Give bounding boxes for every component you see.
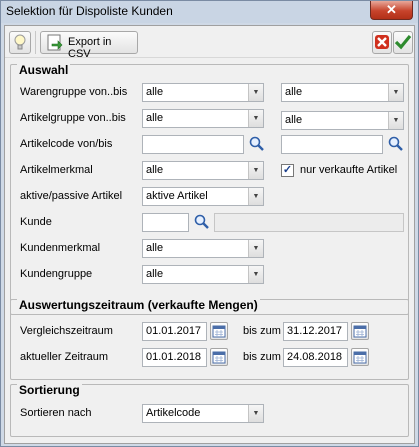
aktiv-passiv-value: aktive Artikel bbox=[146, 190, 208, 202]
kunde-input[interactable] bbox=[142, 213, 189, 232]
dialog-window: Selektion für Dispoliste Kunden ✕ Export… bbox=[0, 0, 419, 447]
ok-button[interactable] bbox=[393, 31, 413, 54]
calendar-button[interactable] bbox=[210, 322, 228, 340]
dropdown-arrow-icon[interactable]: ▼ bbox=[248, 188, 263, 205]
calendar-icon bbox=[353, 325, 367, 338]
sortierung-title: Sortierung bbox=[17, 383, 82, 397]
vergleich-to-value: 31.12.2017 bbox=[287, 325, 343, 337]
calendar-button[interactable] bbox=[351, 322, 369, 340]
artikelgruppe-to-combo[interactable]: alle ▼ bbox=[281, 111, 404, 130]
aktiv-passiv-label: aktive/passive Artikel bbox=[20, 190, 123, 202]
export-csv-label: Export in CSV bbox=[68, 36, 112, 60]
artikelgruppe-to-value: alle bbox=[285, 114, 303, 126]
cancel-icon bbox=[375, 35, 389, 49]
artikelcode-label: Artikelcode von/bis bbox=[20, 138, 113, 150]
vergleich-from-input[interactable]: 01.01.2017 bbox=[142, 322, 207, 341]
sortieren-combo[interactable]: Artikelcode ▼ bbox=[142, 404, 264, 423]
lightbulb-icon bbox=[14, 34, 26, 50]
aktuell-from-value: 01.01.2018 bbox=[146, 351, 202, 363]
vergleich-from-value: 01.01.2017 bbox=[146, 325, 202, 337]
close-button[interactable]: ✕ bbox=[370, 1, 413, 20]
search-icon[interactable] bbox=[248, 135, 266, 153]
window-title: Selektion für Dispoliste Kunden bbox=[6, 4, 173, 18]
dropdown-arrow-icon[interactable]: ▼ bbox=[248, 84, 263, 101]
kundengruppe-label: Kundengruppe bbox=[20, 268, 93, 280]
artikelgruppe-label: Artikelgruppe von..bis bbox=[20, 112, 126, 124]
nur-verkaufte-checkbox[interactable]: ✓ bbox=[281, 164, 294, 177]
aktiv-passiv-combo[interactable]: aktive Artikel ▼ bbox=[142, 187, 264, 206]
search-icon[interactable] bbox=[387, 135, 405, 153]
kunde-label: Kunde bbox=[20, 216, 52, 228]
warengruppe-label: Warengruppe von..bis bbox=[20, 86, 128, 98]
artikelgruppe-from-value: alle bbox=[146, 112, 164, 124]
artikelmerkmal-value: alle bbox=[146, 164, 164, 176]
aktuell-to-value: 24.08.2018 bbox=[287, 351, 343, 363]
title-bar[interactable]: Selektion für Dispoliste Kunden ✕ bbox=[1, 1, 418, 23]
kundengruppe-value: alle bbox=[146, 268, 164, 280]
aktuell-bis-label: bis zum bbox=[243, 351, 281, 363]
cancel-button[interactable] bbox=[372, 31, 392, 54]
dropdown-arrow-icon[interactable]: ▼ bbox=[248, 162, 263, 179]
artikelcode-to-input[interactable] bbox=[281, 135, 383, 154]
calendar-icon bbox=[212, 325, 226, 338]
nur-verkaufte-label[interactable]: nur verkaufte Artikel bbox=[300, 164, 397, 176]
calendar-button[interactable] bbox=[351, 348, 369, 366]
toolbar-separator bbox=[35, 31, 36, 54]
export-csv-button[interactable]: Export in CSV bbox=[40, 31, 138, 60]
toolbar: Export in CSV bbox=[5, 26, 414, 60]
dropdown-arrow-icon[interactable]: ▼ bbox=[248, 405, 263, 422]
dropdown-arrow-icon[interactable]: ▼ bbox=[388, 112, 403, 129]
dialog-client: Export in CSV Auswahl Warengruppe von..b… bbox=[4, 25, 415, 444]
calendar-icon bbox=[212, 351, 226, 364]
aktuell-to-input[interactable]: 24.08.2018 bbox=[283, 348, 348, 367]
warengruppe-from-value: alle bbox=[146, 86, 164, 98]
warengruppe-from-combo[interactable]: alle ▼ bbox=[142, 83, 264, 102]
kundengruppe-combo[interactable]: alle ▼ bbox=[142, 265, 264, 284]
vergleich-bis-label: bis zum bbox=[243, 325, 281, 337]
aktuell-from-input[interactable]: 01.01.2018 bbox=[142, 348, 207, 367]
artikelmerkmal-label: Artikelmerkmal bbox=[20, 164, 93, 176]
warengruppe-to-value: alle bbox=[285, 86, 303, 98]
artikelcode-from-input[interactable] bbox=[142, 135, 244, 154]
vergleich-label: Vergleichszeitraum bbox=[20, 325, 113, 337]
kundenmerkmal-label: Kundenmerkmal bbox=[20, 242, 101, 254]
sortieren-value: Artikelcode bbox=[146, 407, 201, 419]
artikelmerkmal-combo[interactable]: alle ▼ bbox=[142, 161, 264, 180]
ok-icon bbox=[394, 34, 412, 50]
zeitraum-title: Auswertungszeitraum (verkaufte Mengen) bbox=[17, 298, 260, 312]
warengruppe-to-combo[interactable]: alle ▼ bbox=[281, 83, 404, 102]
close-icon: ✕ bbox=[386, 2, 397, 17]
zeitraum-group: Auswertungszeitraum (verkaufte Mengen) V… bbox=[10, 298, 409, 380]
dropdown-arrow-icon[interactable]: ▼ bbox=[248, 240, 263, 257]
auswahl-group: Auswahl Warengruppe von..bis alle ▼ alle… bbox=[10, 63, 409, 315]
sortieren-label: Sortieren nach bbox=[20, 407, 92, 419]
calendar-button[interactable] bbox=[210, 348, 228, 366]
dropdown-arrow-icon[interactable]: ▼ bbox=[248, 266, 263, 283]
kunde-name-field bbox=[214, 213, 404, 232]
aktuell-label: aktueller Zeitraum bbox=[20, 351, 109, 363]
export-csv-icon bbox=[47, 34, 63, 51]
calendar-icon bbox=[353, 351, 367, 364]
artikelgruppe-from-combo[interactable]: alle ▼ bbox=[142, 109, 264, 128]
dropdown-arrow-icon[interactable]: ▼ bbox=[388, 84, 403, 101]
auswahl-title: Auswahl bbox=[17, 63, 71, 77]
sortierung-group: Sortierung Sortieren nach Artikelcode ▼ bbox=[10, 383, 409, 437]
kundenmerkmal-value: alle bbox=[146, 242, 164, 254]
dropdown-arrow-icon[interactable]: ▼ bbox=[248, 110, 263, 127]
kundenmerkmal-combo[interactable]: alle ▼ bbox=[142, 239, 264, 258]
vergleich-to-input[interactable]: 31.12.2017 bbox=[283, 322, 348, 341]
hint-button[interactable] bbox=[9, 31, 31, 54]
search-icon[interactable] bbox=[193, 213, 211, 231]
